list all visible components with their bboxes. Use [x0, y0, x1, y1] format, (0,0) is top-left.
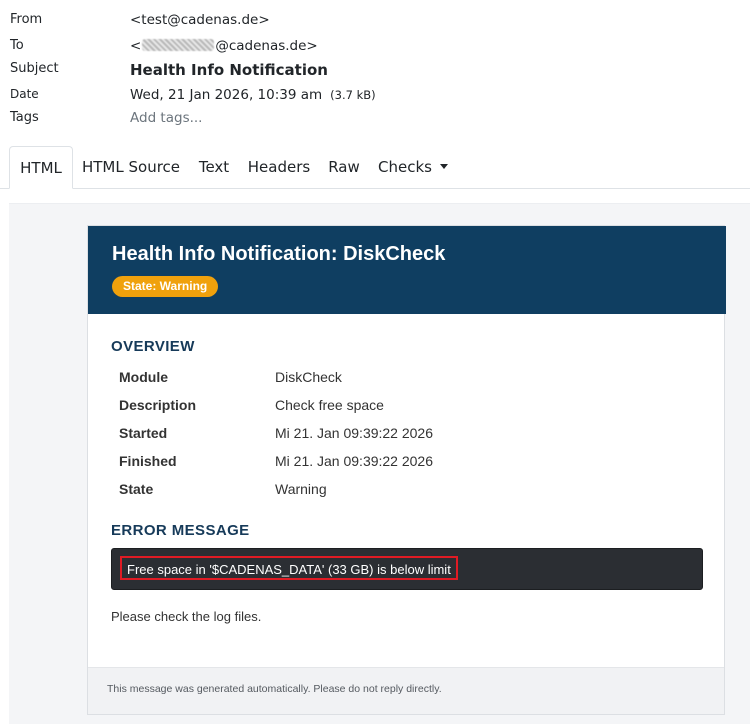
error-message-text: Free space in '$CADENAS_DATA' (33 GB) is… — [120, 556, 458, 580]
hint-text: Please check the log files. — [111, 609, 262, 624]
to-row: To < @cadenas.de> — [0, 38, 750, 60]
tab-checks[interactable]: Checks — [373, 146, 453, 187]
email-card: Health Info Notification: DiskCheck Stat… — [87, 225, 726, 715]
tab-html-source[interactable]: HTML Source — [76, 146, 186, 187]
overview-value: DiskCheck — [275, 369, 342, 385]
date-label: Date — [10, 87, 39, 101]
tab-html[interactable]: HTML — [9, 146, 73, 189]
redacted-address-image — [142, 39, 215, 51]
overview-row-finished: Finished Mi 21. Jan 09:39:22 2026 — [119, 453, 679, 473]
date-value: Wed, 21 Jan 2026, 10:39 am (3.7 kB) — [130, 87, 376, 103]
overview-value: Check free space — [275, 397, 384, 413]
from-row: From <test@cadenas.de> — [0, 12, 750, 34]
add-tags-link[interactable]: Add tags... — [130, 110, 202, 126]
error-message-box: Free space in '$CADENAS_DATA' (33 GB) is… — [111, 548, 703, 590]
tab-headers[interactable]: Headers — [242, 146, 316, 187]
overview-key: Started — [119, 425, 168, 441]
card-title: Health Info Notification: DiskCheck — [112, 243, 446, 265]
overview-key: Module — [119, 369, 168, 385]
footer-text: This message was generated automatically… — [107, 683, 442, 695]
from-label: From — [10, 12, 43, 27]
to-label: To — [10, 38, 24, 53]
caret-down-icon — [439, 164, 448, 169]
tab-checks-label: Checks — [378, 158, 432, 176]
overview-value: Warning — [275, 481, 327, 497]
overview-key: State — [119, 481, 154, 497]
overview-row-module: Module DiskCheck — [119, 369, 679, 389]
overview-key: Finished — [119, 453, 177, 469]
date-row: Date Wed, 21 Jan 2026, 10:39 am (3.7 kB) — [0, 87, 750, 109]
overview-key: Description — [119, 397, 197, 413]
date-text: Wed, 21 Jan 2026, 10:39 am — [130, 87, 323, 103]
overview-row-description: Description Check free space — [119, 397, 679, 417]
subject-label: Subject — [10, 61, 59, 76]
html-preview-pane: Health Info Notification: DiskCheck Stat… — [9, 203, 750, 724]
state-badge: State: Warning — [112, 276, 219, 297]
overview-row-started: Started Mi 21. Jan 09:39:22 2026 — [119, 425, 679, 445]
subject-value: Health Info Notification — [130, 61, 328, 79]
error-heading: ERROR MESSAGE — [111, 522, 250, 539]
tab-text[interactable]: Text — [192, 146, 236, 187]
subject-row: Subject Health Info Notification — [0, 61, 750, 83]
card-header: Health Info Notification: DiskCheck Stat… — [88, 226, 726, 314]
to-prefix: < — [130, 38, 142, 54]
tags-label: Tags — [10, 110, 39, 125]
to-suffix: @cadenas.de> — [215, 38, 318, 54]
overview-heading: OVERVIEW — [111, 338, 195, 355]
card-footer: This message was generated automatically… — [88, 667, 724, 714]
overview-row-state: State Warning — [119, 481, 679, 501]
overview-value: Mi 21. Jan 09:39:22 2026 — [275, 425, 434, 441]
size-text: (3.7 kB) — [330, 88, 376, 102]
tab-raw[interactable]: Raw — [322, 146, 366, 187]
view-tabs: HTML HTML Source Text Headers Raw Checks — [0, 146, 750, 189]
overview-value: Mi 21. Jan 09:39:22 2026 — [275, 453, 434, 469]
from-value[interactable]: <test@cadenas.de> — [130, 12, 270, 28]
tags-row: Tags Add tags... — [0, 110, 750, 132]
to-value[interactable]: < @cadenas.de> — [130, 38, 318, 54]
